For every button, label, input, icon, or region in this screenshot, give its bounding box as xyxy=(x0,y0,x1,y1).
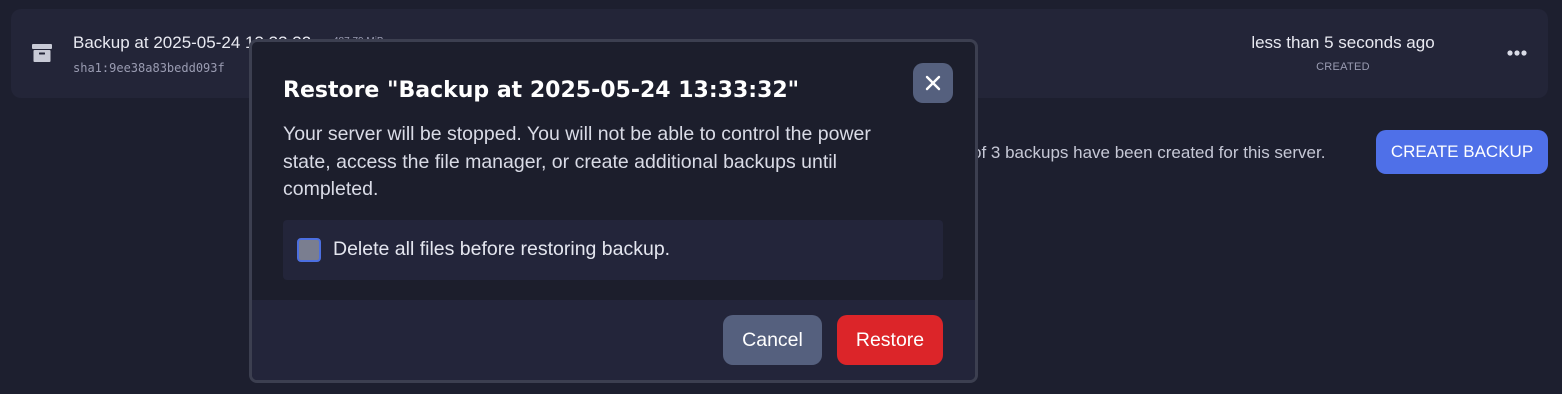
dialog-title: Restore "Backup at 2025-05-24 13:33:32" xyxy=(283,78,800,103)
restore-dialog: Restore "Backup at 2025-05-24 13:33:32" … xyxy=(249,39,978,383)
archive-icon xyxy=(32,44,52,62)
cancel-button[interactable]: Cancel xyxy=(723,315,822,365)
more-options-button[interactable] xyxy=(1501,39,1533,67)
close-button[interactable] xyxy=(913,63,953,103)
dialog-footer: Cancel Restore xyxy=(252,300,975,380)
backup-created-label: CREATED xyxy=(1316,61,1370,73)
backup-created-time: less than 5 seconds ago xyxy=(1251,33,1435,52)
backup-count-text: of 3 backups have been created for this … xyxy=(972,143,1326,162)
delete-files-label[interactable]: Delete all files before restoring backup… xyxy=(333,238,670,261)
delete-files-option: Delete all files before restoring backup… xyxy=(283,220,943,280)
more-dots-icon xyxy=(1507,50,1527,56)
backup-checksum: sha1:9ee38a83bedd093f xyxy=(73,61,225,75)
backups-page: Backup at 2025-05-24 13:33:32 487.79 MiB… xyxy=(0,0,1562,394)
restore-button[interactable]: Restore xyxy=(837,315,943,365)
create-backup-button[interactable]: CREATE BACKUP xyxy=(1376,130,1548,174)
close-icon xyxy=(925,75,941,91)
dialog-message: Your server will be stopped. You will no… xyxy=(283,123,871,200)
delete-files-checkbox[interactable] xyxy=(297,238,321,262)
dialog-body: Restore "Backup at 2025-05-24 13:33:32" … xyxy=(252,42,975,300)
